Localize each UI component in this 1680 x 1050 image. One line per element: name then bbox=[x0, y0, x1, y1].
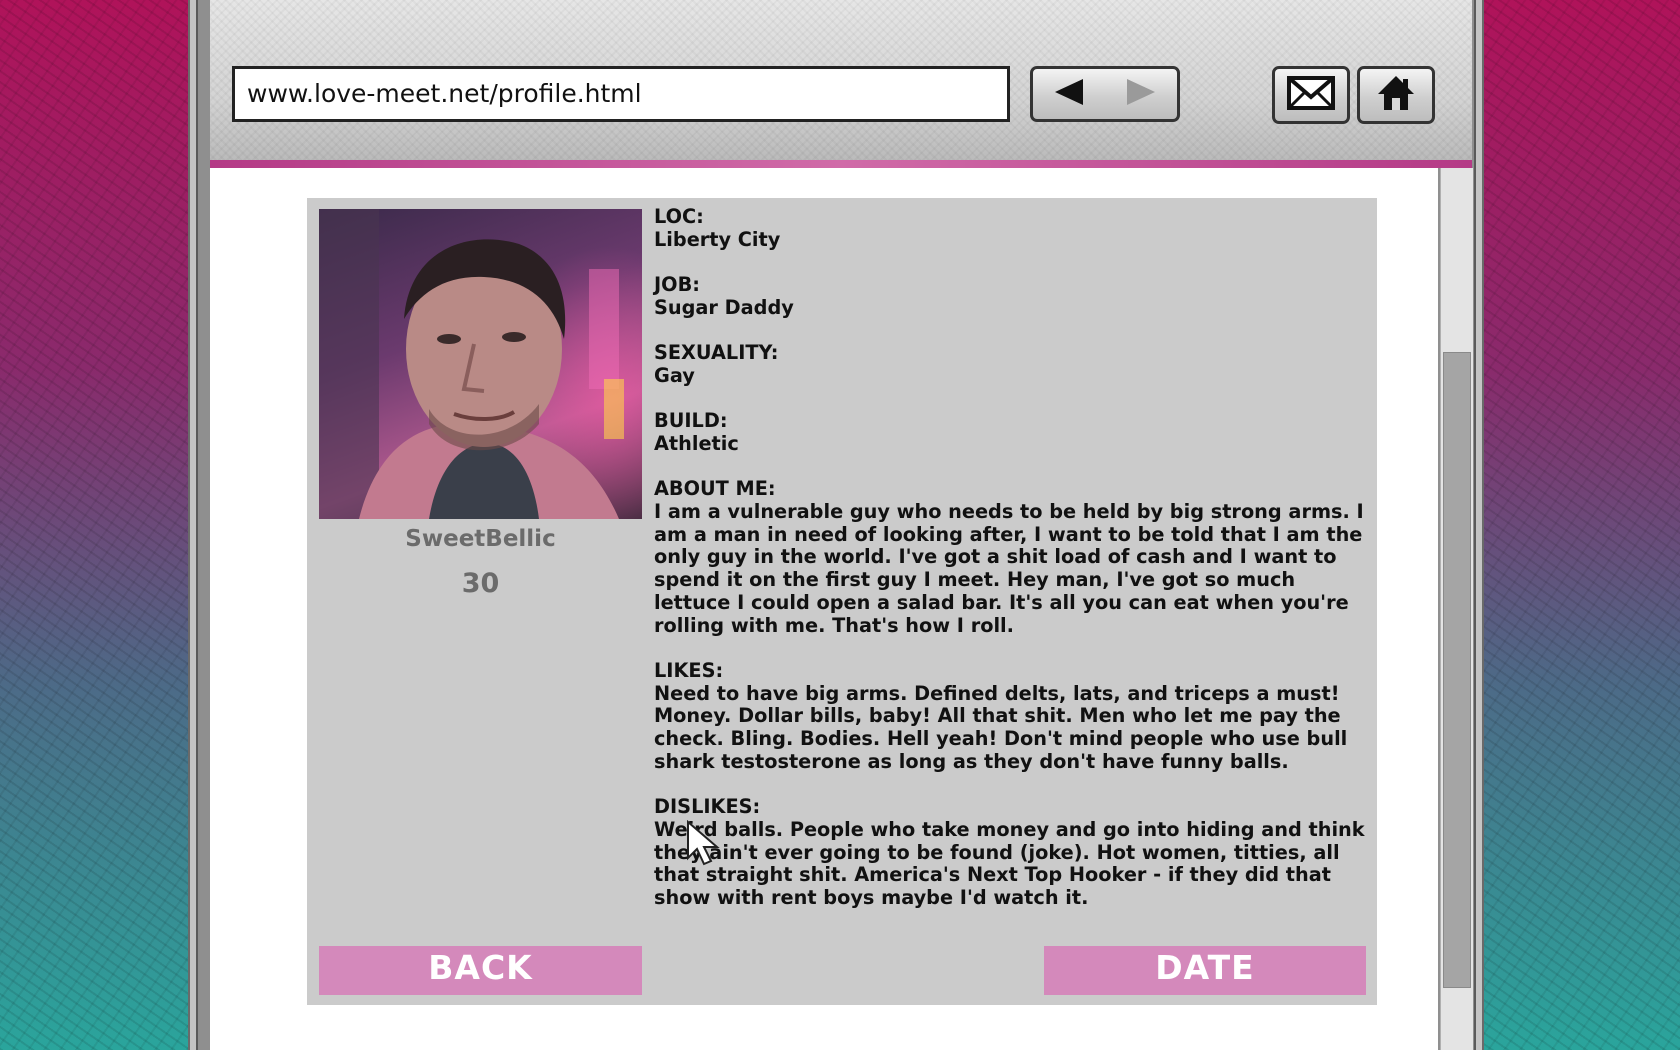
detail-label: SEXUALITY: bbox=[654, 341, 779, 365]
detail-label: LIKES: bbox=[654, 658, 724, 682]
detail-job: JOB: Sugar Daddy bbox=[654, 273, 1370, 319]
detail-build: BUILD: Athletic bbox=[654, 410, 1370, 455]
detail-label: BUILD: bbox=[654, 409, 728, 433]
date-button[interactable]: DATE bbox=[1044, 946, 1366, 995]
detail-value: I am a vulnerable guy who needs to be he… bbox=[654, 500, 1364, 637]
address-bar[interactable]: www.love-meet.net/profile.html bbox=[232, 66, 1010, 122]
detail-value: Gay bbox=[654, 363, 695, 387]
profile-details: LOC: Liberty City JOB: Sugar Daddy SEXUA… bbox=[654, 205, 1370, 932]
detail-value: Athletic bbox=[654, 431, 739, 455]
detail-value: Liberty City bbox=[654, 227, 781, 251]
profile-age: 30 bbox=[461, 568, 500, 599]
address-url: www.love-meet.net/profile.html bbox=[247, 79, 642, 108]
mail-button[interactable] bbox=[1272, 66, 1350, 124]
profile-username: SweetBellic bbox=[405, 526, 556, 552]
detail-label: ABOUT ME: bbox=[654, 477, 776, 501]
envelope-icon bbox=[1287, 75, 1335, 115]
detail-label: JOB: bbox=[654, 273, 700, 297]
detail-label: DISLIKES: bbox=[654, 795, 761, 819]
mouse-cursor-icon bbox=[686, 819, 722, 870]
house-icon bbox=[1376, 74, 1416, 116]
header-banner-strip bbox=[210, 160, 1472, 168]
back-button[interactable]: BACK bbox=[319, 946, 642, 995]
detail-value: Sugar Daddy bbox=[654, 295, 794, 319]
detail-loc: LOC: Liberty City bbox=[654, 205, 1370, 251]
detail-label: LOC: bbox=[654, 205, 704, 228]
nav-buttons bbox=[1030, 66, 1180, 122]
forward-arrow-icon[interactable] bbox=[1121, 76, 1161, 112]
home-button[interactable] bbox=[1357, 66, 1435, 124]
scrollbar-thumb[interactable] bbox=[1443, 352, 1471, 988]
detail-about-me: ABOUT ME: I am a vulnerable guy who need… bbox=[654, 478, 1370, 637]
detail-likes: LIKES: Need to have big arms. Defined de… bbox=[654, 658, 1370, 774]
detail-value: Weird balls. People who take money and g… bbox=[654, 817, 1365, 909]
back-arrow-icon[interactable] bbox=[1049, 76, 1089, 112]
detail-dislikes: DISLIKES: Weird balls. People who take m… bbox=[654, 795, 1370, 910]
detail-sexuality: SEXUALITY: Gay bbox=[654, 341, 1370, 387]
detail-value: Need to have big arms. Defined delts, la… bbox=[654, 681, 1348, 773]
profile-photo bbox=[319, 209, 642, 519]
